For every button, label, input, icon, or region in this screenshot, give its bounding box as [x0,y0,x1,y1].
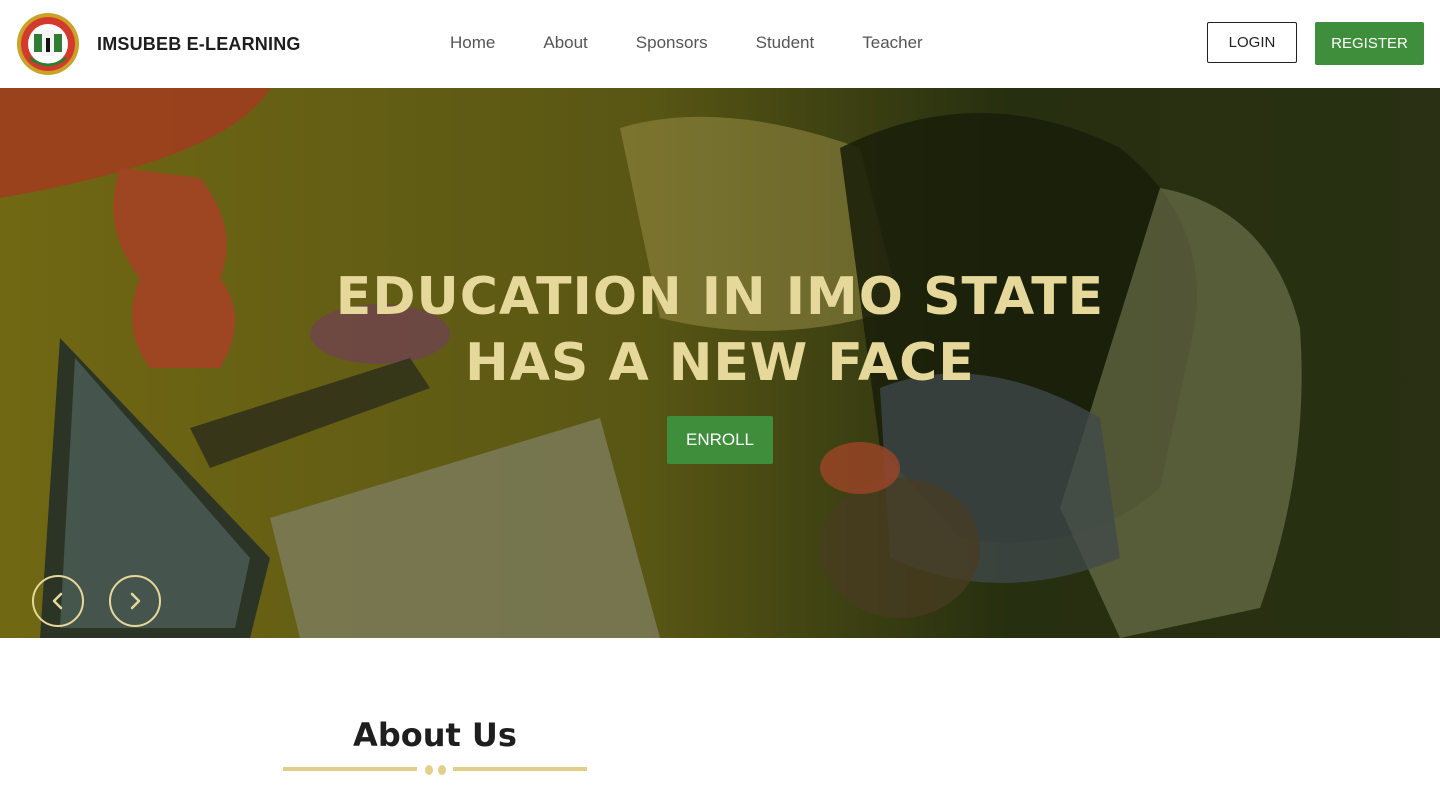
imsubeb-logo[interactable] [16,12,80,76]
login-button[interactable]: LOGIN [1207,22,1297,63]
nav-student[interactable]: Student [756,33,815,53]
register-button[interactable]: REGISTER [1315,22,1424,65]
nav-sponsors[interactable]: Sponsors [636,33,708,53]
site-header: IMSUBEB E-LEARNING Home About Sponsors S… [0,0,1440,88]
main-nav: Home About Sponsors Student Teacher [450,33,923,53]
nav-teacher[interactable]: Teacher [862,33,922,53]
enroll-button[interactable]: ENROLL [667,416,773,464]
hero-heading: EDUCATION IN IMO STATE HAS A NEW FACE [0,264,1440,396]
about-heading: About Us [353,716,517,754]
chevron-right-icon [130,592,141,610]
section-divider [283,763,587,777]
hero-heading-line2: HAS A NEW FACE [465,333,975,393]
carousel-prev-button[interactable] [32,575,84,627]
nav-about[interactable]: About [543,33,587,53]
carousel-next-button[interactable] [109,575,161,627]
hero-heading-line1: EDUCATION IN IMO STATE [335,267,1105,327]
nav-home[interactable]: Home [450,33,495,53]
chevron-left-icon [52,592,63,610]
hero-carousel: EDUCATION IN IMO STATE HAS A NEW FACE EN… [0,88,1440,638]
brand-name[interactable]: IMSUBEB E-LEARNING [97,34,301,55]
